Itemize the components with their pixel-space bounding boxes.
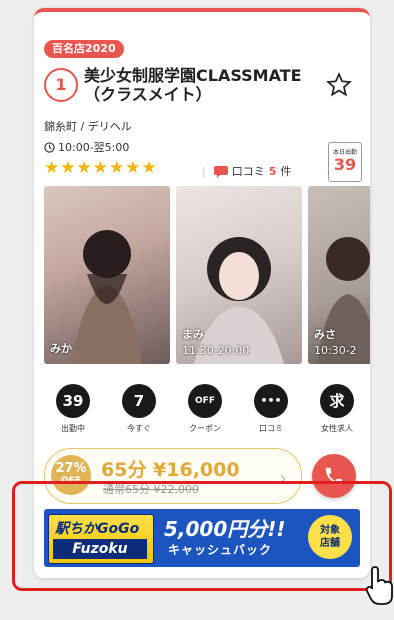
area-text: 錦糸町 / デリヘル <box>44 120 132 133</box>
person-silhouette <box>72 230 142 364</box>
star-icon: ★ <box>60 158 76 178</box>
girl-name: みか <box>50 342 72 355</box>
review-count: 5 <box>268 164 277 178</box>
available-now-button[interactable]: 7 今すぐ <box>114 384 164 434</box>
photo-strip[interactable]: みか まみ 11:30-20:00 みさ 10:30-2 <box>44 186 370 364</box>
coupon-price: 65分 ¥16,000 <box>101 459 240 481</box>
star-icon: ★ <box>44 158 60 178</box>
review-label: 口コミ <box>231 165 265 178</box>
year-badge: 百名店2020 <box>44 40 124 58</box>
action-label: 今すぐ <box>127 424 151 433</box>
working-now-button[interactable]: 39 出勤中 <box>48 384 98 434</box>
rank-badge: 1 <box>44 68 78 102</box>
hours-text: 10:00-翌5:00 <box>58 141 130 154</box>
hours-row: 10:00-翌5:00 <box>44 139 129 155</box>
reviews-button[interactable]: ••• 口コミ <box>246 384 296 434</box>
girl-name: まみ <box>182 328 204 341</box>
action-label: 出勤中 <box>61 424 85 433</box>
girl-photo[interactable]: まみ 11:30-20:00 <box>176 186 302 364</box>
girl-time: 11:30-20:00 <box>182 344 250 357</box>
today-attendance-box: 本日出勤 39 <box>328 142 362 182</box>
star-icon: ★ <box>109 158 125 178</box>
discount-percent: 27% <box>55 461 87 476</box>
girl-photo[interactable]: みさ 10:30-2 <box>308 186 370 364</box>
rating-stars: ★ ★ ★ ★ ★ ★ ★ <box>44 160 157 177</box>
girl-time: 10:30-2 <box>314 344 357 357</box>
recruit-button[interactable]: 求 女性求人 <box>312 384 362 434</box>
star-icon: ★ <box>125 158 141 178</box>
star-icon: ★ <box>141 158 157 178</box>
coupon-icon: OFF <box>188 384 222 418</box>
shop-name[interactable]: 美少女制服学園CLASSMATE（クラスメイト） <box>84 66 324 104</box>
action-label: 口コミ <box>259 424 283 433</box>
action-row: 39 出勤中 7 今すぐ OFF クーポン ••• 口コミ 求 女性求人 <box>44 384 364 444</box>
coupon-button[interactable]: OFF クーポン <box>180 384 230 434</box>
hand-pointer-icon <box>366 566 393 605</box>
chat-bubble-icon <box>213 165 228 178</box>
action-label: クーポン <box>189 424 221 433</box>
star-icon: ★ <box>76 158 92 178</box>
review-link[interactable]: | 口コミ 5 件 <box>202 163 291 179</box>
recruit-icon: 求 <box>320 384 354 418</box>
highlight-box <box>12 481 392 591</box>
star-outline-icon[interactable] <box>326 72 352 98</box>
action-label: 女性求人 <box>321 424 353 433</box>
today-count: 39 <box>333 155 357 174</box>
star-icon: ★ <box>92 158 108 178</box>
girl-photo[interactable]: みか <box>44 186 170 364</box>
clock-icon <box>44 141 55 153</box>
girl-name: みさ <box>314 328 336 341</box>
working-count-icon: 39 <box>56 384 90 418</box>
available-count-icon: 7 <box>122 384 156 418</box>
chat-dots-icon: ••• <box>254 384 288 418</box>
review-unit: 件 <box>280 165 292 178</box>
